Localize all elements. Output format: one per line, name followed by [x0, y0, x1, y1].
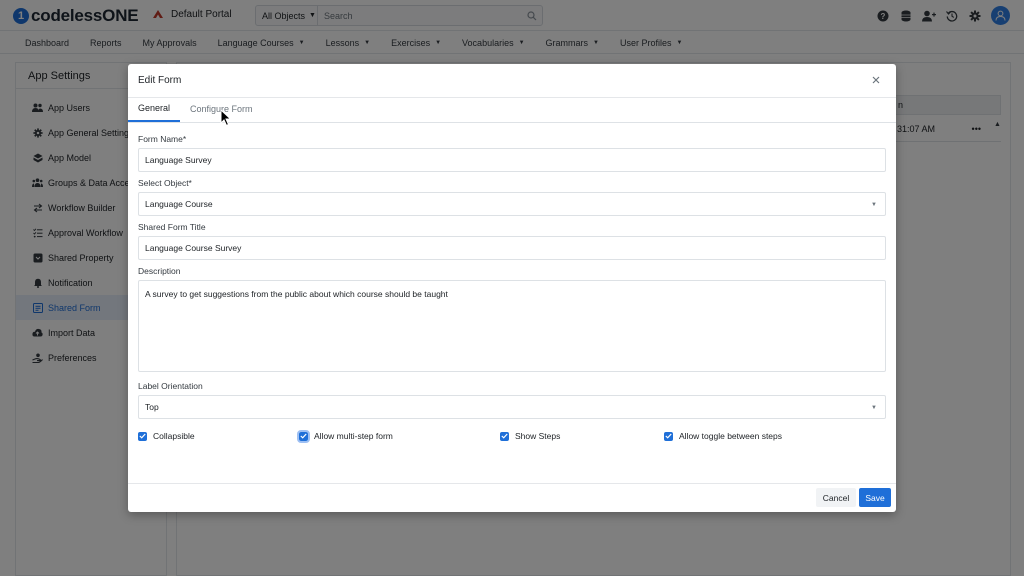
dialog-header: Edit Form: [128, 64, 896, 98]
tab-general[interactable]: General: [128, 100, 181, 122]
description-textarea[interactable]: A survey to get suggestions from the pub…: [138, 280, 886, 372]
dialog-footer: Cancel Save: [128, 483, 896, 512]
edit-form-dialog: Edit Form General Configure Form Form Na…: [128, 64, 896, 512]
checkbox-checked-icon: [297, 429, 310, 443]
select-object-label: Select Object*: [138, 178, 192, 188]
select-object-dropdown[interactable]: Language Course ▼: [138, 192, 886, 216]
form-options: Collapsible Allow multi-step form Show S…: [138, 429, 886, 453]
dialog-tabs: General Configure Form: [128, 98, 896, 123]
tab-label: General: [138, 102, 171, 113]
label-orientation-label: Label Orientation: [138, 381, 203, 391]
chevron-down-icon: ▼: [871, 202, 877, 208]
close-icon[interactable]: [870, 74, 882, 86]
checkbox-checked-icon: [138, 431, 147, 441]
shared-form-title-input[interactable]: [138, 236, 886, 260]
select-object-value: Language Course: [145, 199, 213, 209]
checkbox-label: Collapsible: [153, 431, 195, 441]
label-orientation-value: Top: [145, 402, 159, 412]
collapsible-checkbox[interactable]: Collapsible: [138, 431, 195, 441]
dialog-title: Edit Form: [138, 75, 182, 86]
chevron-down-icon: ▼: [871, 405, 877, 411]
form-name-label: Form Name*: [138, 134, 187, 144]
checkbox-label: Allow toggle between steps: [679, 431, 783, 441]
edit-form-body: Form Name* Select Object* Language Cours…: [128, 123, 896, 453]
checkbox-label: Show Steps: [515, 431, 561, 441]
checkbox-checked-icon: [664, 431, 673, 441]
form-name-input[interactable]: [138, 148, 886, 172]
allow-toggle-steps-checkbox[interactable]: Allow toggle between steps: [664, 431, 782, 441]
allow-multi-step-checkbox[interactable]: Allow multi-step form: [297, 429, 393, 443]
checkbox-checked-icon: [500, 431, 509, 441]
shared-form-title-label: Shared Form Title: [138, 222, 206, 232]
description-label: Description: [138, 266, 181, 276]
show-steps-checkbox[interactable]: Show Steps: [500, 431, 560, 441]
checkbox-label: Allow multi-step form: [314, 431, 393, 441]
label-orientation-dropdown[interactable]: Top ▼: [138, 395, 886, 419]
cancel-button[interactable]: Cancel: [816, 488, 856, 507]
save-button[interactable]: Save: [859, 488, 891, 507]
mouse-cursor-icon: [220, 109, 232, 127]
